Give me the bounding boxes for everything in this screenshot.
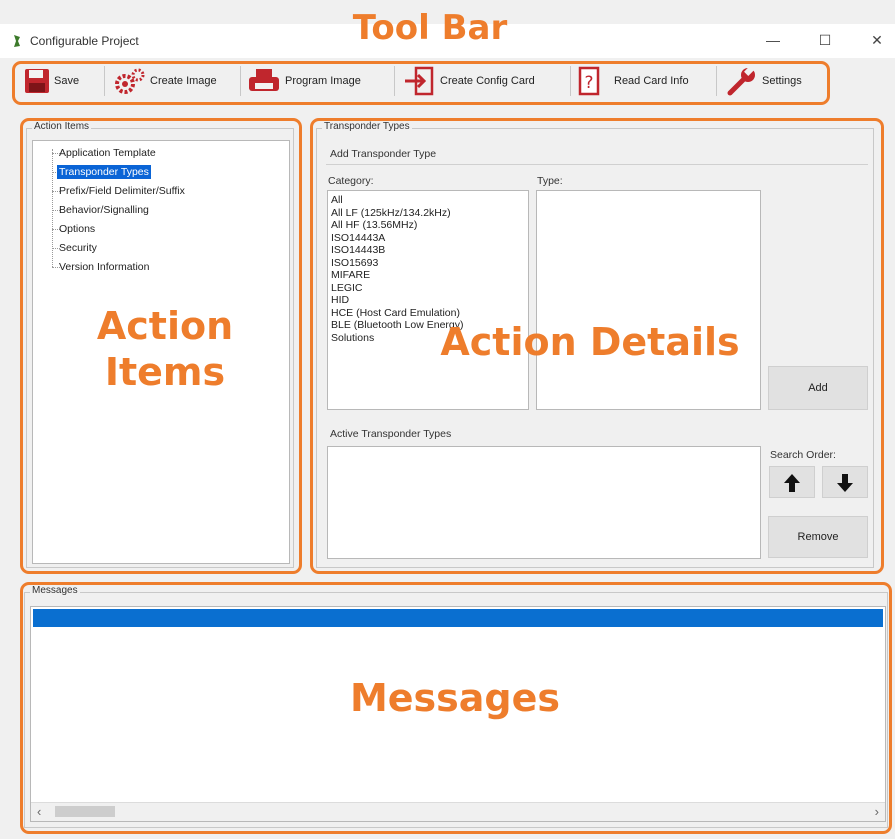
minimize-button[interactable]: — xyxy=(758,30,788,50)
annotation-tool-bar: Tool Bar xyxy=(352,8,508,48)
annotation-action-details: Action Details xyxy=(440,320,740,364)
maximize-button[interactable]: ☐ xyxy=(810,30,840,50)
window-title: Configurable Project xyxy=(30,34,139,48)
close-button[interactable]: ✕ xyxy=(862,30,892,50)
annotation-action-items: Action Items xyxy=(96,304,234,394)
annotation-messages: Messages xyxy=(349,676,561,720)
app-icon xyxy=(14,35,20,47)
annotation-toolbar-outline xyxy=(12,61,830,105)
